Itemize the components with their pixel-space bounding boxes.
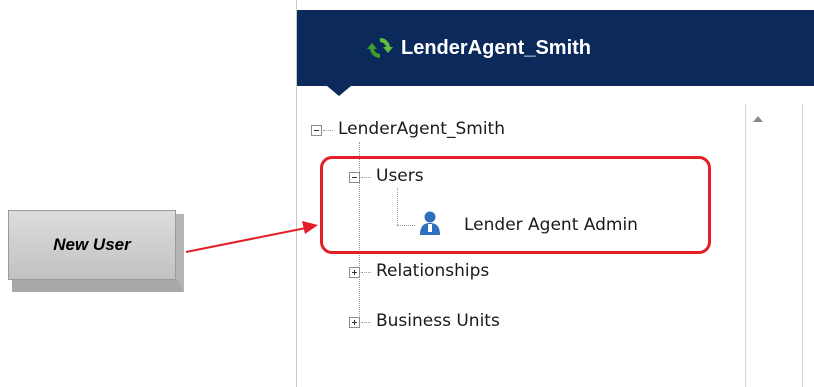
root-collapse-toggle[interactable] (311, 125, 322, 136)
header-pointer (327, 86, 351, 96)
divider (802, 104, 803, 387)
panel-header: LenderAgent_Smith (297, 10, 814, 86)
scroll-up-arrow-icon[interactable] (753, 116, 763, 122)
tree-item-business-units[interactable]: Business Units (376, 311, 500, 331)
tree-item-root[interactable]: LenderAgent_Smith (338, 119, 505, 139)
callout-label: New User (8, 210, 176, 280)
tree-item-relationships[interactable]: Relationships (376, 261, 489, 281)
scrollbar[interactable] (745, 104, 776, 387)
panel-title: LenderAgent_Smith (401, 36, 592, 59)
callout-shadow-bottom (12, 280, 184, 292)
tree-connector (361, 322, 371, 323)
business-units-expand-toggle[interactable] (349, 317, 360, 328)
screen: New User LenderAgent_Smith LenderAgent_S… (0, 0, 814, 387)
relationships-expand-toggle[interactable] (349, 267, 360, 278)
new-user-callout: New User (8, 210, 184, 292)
refresh-icon[interactable] (367, 35, 393, 61)
tree-connector (323, 130, 333, 131)
tree-connector (361, 272, 371, 273)
users-highlight-box (320, 156, 711, 254)
